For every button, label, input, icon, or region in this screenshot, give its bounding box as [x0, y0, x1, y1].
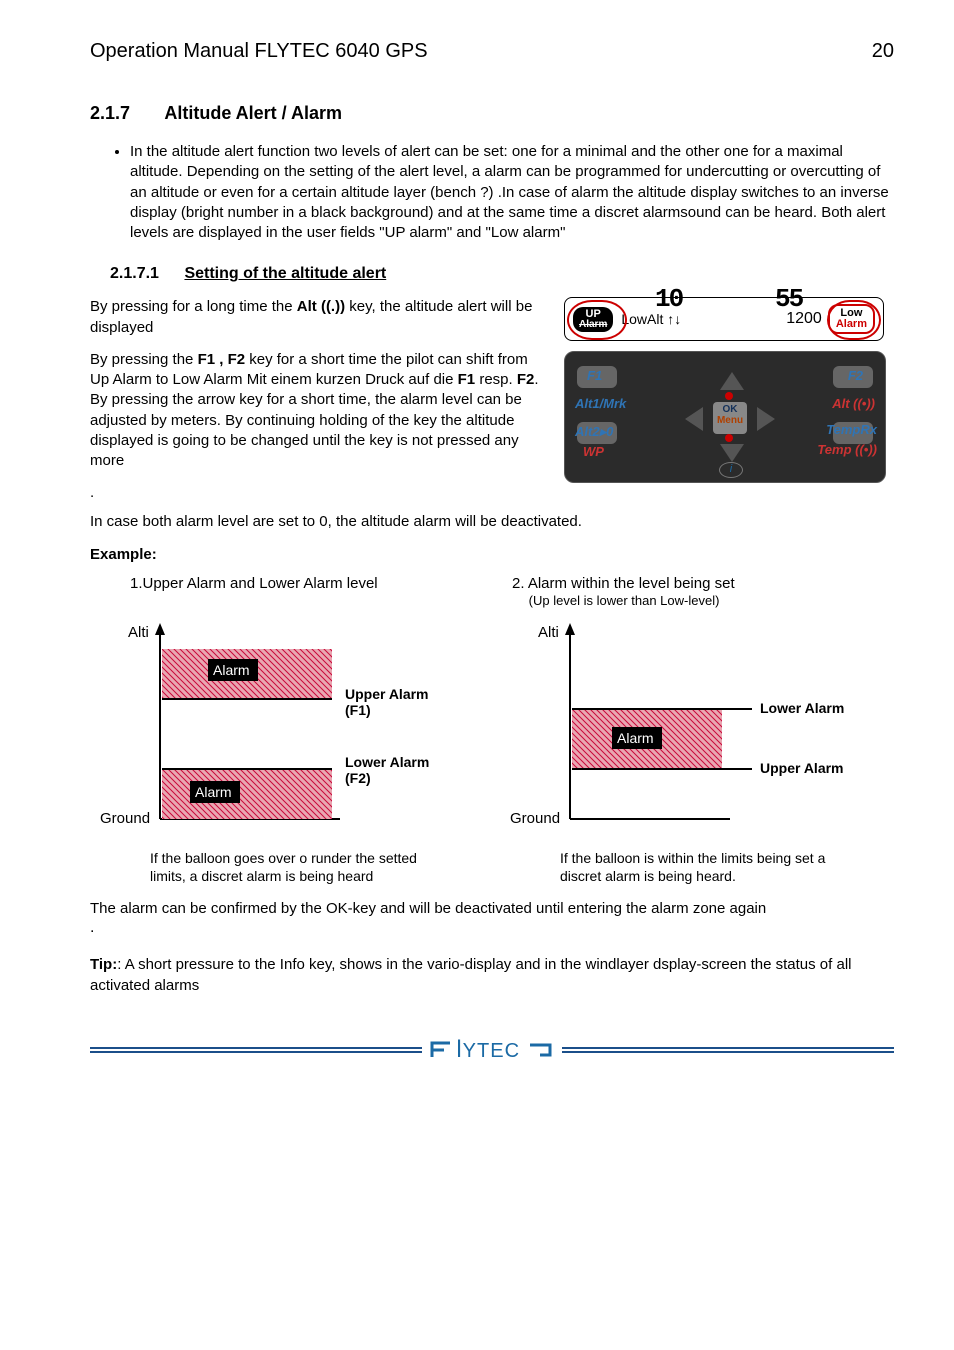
- section-heading: 2.1.7 Altitude Alert / Alarm: [90, 103, 894, 124]
- para-dot: .: [90, 483, 544, 503]
- chart-1: Alti Ground Alarm Upper Alarm (F1) Alarm…: [90, 619, 480, 885]
- brand-logo: lYTEC: [430, 1036, 553, 1064]
- alarm-badge: Alarm: [195, 784, 232, 800]
- lower-alarm-label: Lower Alarm: [345, 754, 429, 770]
- intro-bullet: In the altitude alert function two level…: [130, 142, 894, 243]
- info-button[interactable]: i: [719, 462, 743, 478]
- page-title: Operation Manual FLYTEC 6040 GPS: [90, 40, 428, 63]
- alt2-label: Alt2▸0: [575, 424, 613, 440]
- temp-label: Temp ((•)): [817, 442, 877, 457]
- temprx-label: TempRx: [826, 422, 877, 437]
- highlight-circle-icon: [827, 300, 881, 340]
- lcd-display: 10 55 UP Alarm LowAlt ↑↓ 1200 Low Alarm: [564, 297, 884, 341]
- arrow-up-icon[interactable]: [720, 372, 744, 390]
- f1-label: F1: [587, 368, 602, 383]
- arrow-right-icon[interactable]: [757, 407, 775, 431]
- x-baseline-label: Ground: [510, 810, 560, 827]
- device-illustration: 10 55 UP Alarm LowAlt ↑↓ 1200 Low Alarm: [564, 297, 894, 503]
- example-label-2: 2. Alarm within the level being set (Up …: [512, 575, 894, 609]
- dpad[interactable]: OK Menu: [685, 372, 775, 462]
- red-dot-icon: [725, 392, 733, 400]
- alt1-label: Alt1/Mrk: [575, 396, 626, 411]
- page-number: 20: [872, 40, 894, 63]
- arrow-left-icon[interactable]: [685, 407, 703, 431]
- upper-alarm-label: Upper Alarm: [760, 760, 844, 776]
- chart-2: Alti Ground Alarm Lower Alarm Upper Alar…: [500, 619, 890, 885]
- chart-1-caption: If the balloon goes over o runder the se…: [150, 849, 450, 885]
- example-heading: Example:: [90, 546, 894, 563]
- device-keypad: F1 F2 Alt1/Mrk Alt ((•)) Alt2▸0 TempRx W…: [564, 351, 886, 483]
- x-baseline-label: Ground: [100, 810, 150, 827]
- after-device-text: In case both alarm level are set to 0, t…: [90, 512, 894, 532]
- f2-label: F2: [848, 368, 863, 383]
- lcd-big-left: 10: [655, 284, 682, 314]
- y-axis-label: Alti: [538, 624, 559, 641]
- wp-label: WP: [583, 444, 604, 459]
- subsection-heading: 2.1.7.1 Setting of the altitude alert: [110, 265, 894, 283]
- svg-text:(F1): (F1): [345, 702, 371, 718]
- highlight-circle-icon: [567, 300, 627, 340]
- para-2: By pressing the F1 , F2 key for a short …: [90, 350, 544, 472]
- chart-2-caption: If the balloon is within the limits bein…: [560, 849, 860, 885]
- example-label-1: 1.Upper Alarm and Lower Alarm level: [90, 575, 512, 609]
- alarm-badge: Alarm: [617, 730, 654, 746]
- red-dot-icon: [725, 434, 733, 442]
- section-title: Altitude Alert / Alarm: [164, 103, 342, 123]
- ok-menu-button[interactable]: OK Menu: [713, 402, 747, 434]
- section-number: 2.1.7: [90, 103, 160, 124]
- lower-alarm-label: Lower Alarm: [760, 700, 844, 716]
- arrow-down-icon[interactable]: [720, 444, 744, 462]
- page-footer: lYTEC: [90, 1036, 894, 1076]
- final-para-1: The alarm can be confirmed by the OK-key…: [90, 899, 894, 919]
- final-dot: .: [90, 919, 894, 937]
- tip-paragraph: Tip:: A short pressure to the Info key, …: [90, 955, 894, 996]
- lcd-big-right: 55: [775, 284, 802, 314]
- svg-text:(F2): (F2): [345, 770, 371, 786]
- upper-alarm-label: Upper Alarm: [345, 686, 429, 702]
- alt-d-label: Alt ((•)): [832, 396, 875, 411]
- alarm-badge: Alarm: [213, 662, 250, 678]
- subsection-title: Setting of the altitude alert: [184, 265, 386, 282]
- y-axis-label: Alti: [128, 624, 149, 641]
- subsection-number: 2.1.7.1: [110, 265, 180, 283]
- para-1: By pressing for a long time the Alt ((.)…: [90, 297, 544, 338]
